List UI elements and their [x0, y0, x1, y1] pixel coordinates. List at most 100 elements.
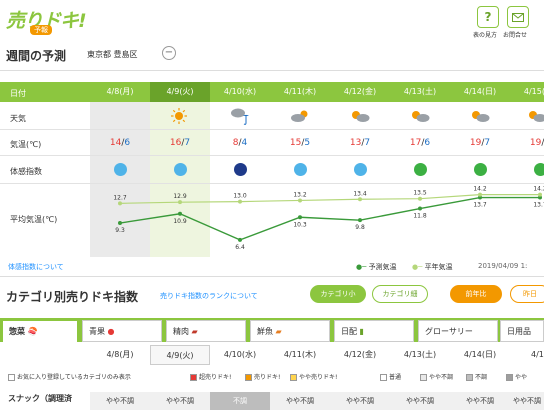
date-cell: 4/12(金)	[343, 87, 377, 96]
data-point	[238, 199, 242, 204]
date-cell: 4/14(日)	[463, 87, 497, 96]
help-label[interactable]: 表の見方	[473, 30, 497, 39]
category-small-button[interactable]: カテゴリ小	[310, 285, 366, 303]
temp-cell: 13/7	[349, 138, 371, 148]
temp-cell: 16/7	[169, 138, 191, 148]
data-point	[538, 192, 542, 197]
data-point	[118, 221, 122, 226]
contact-label[interactable]: お問合せ	[503, 30, 527, 39]
temp-cell: 19/7	[469, 138, 491, 148]
yoy-button[interactable]: 前年比	[450, 285, 502, 303]
category-detail-button[interactable]: カテゴリ細	[372, 285, 428, 303]
rank-cell: やや不調	[390, 392, 450, 410]
rank-cell: やや不調	[270, 392, 330, 410]
data-label: 13.4	[353, 190, 367, 197]
data-point	[118, 201, 122, 206]
date-cell: 4/15(月)	[523, 87, 544, 96]
tomato-icon: ●	[107, 327, 115, 336]
data-label: 13.7	[533, 202, 544, 209]
tab-nippai[interactable]: 日配 ▮	[334, 320, 414, 342]
feel-index-link[interactable]: 体感指数について	[8, 262, 64, 272]
legend-norm: ●─ 平年気温	[412, 263, 453, 271]
data-label: 14.2	[533, 186, 544, 193]
meat-icon: ▰	[191, 327, 198, 336]
yesterday-button[interactable]: 昨日	[510, 285, 544, 303]
row-label-temp: 気温(℃)	[10, 140, 42, 149]
legend-item: 売りドキ!	[245, 372, 280, 381]
rain-icon	[231, 108, 249, 125]
data-label: 13.5	[413, 190, 427, 197]
category-date: 4/15	[531, 350, 544, 359]
data-label: 14.2	[473, 186, 487, 193]
feel-face-icon	[354, 163, 367, 176]
rank-cell: やや不調	[90, 392, 150, 410]
rank-help-link[interactable]: 売りドキ指数のランクについて	[160, 291, 258, 301]
question-icon: ?	[484, 10, 492, 24]
data-point	[478, 192, 482, 197]
feel-face-icon	[474, 163, 487, 176]
date-cell: 4/13(土)	[403, 87, 437, 96]
date-cell: 4/10(水)	[223, 87, 257, 96]
tab-nichiyohin[interactable]: 日用品	[500, 320, 544, 342]
tab-seika[interactable]: 青果 ●	[82, 320, 162, 342]
category-date: 4/11(木)	[283, 350, 317, 359]
data-label: 10.3	[293, 221, 307, 228]
legend-item: 不調	[466, 372, 487, 381]
legend-item: やや不調	[420, 372, 453, 381]
data-label: 12.7	[113, 194, 127, 201]
category-date: 4/12(金)	[343, 350, 377, 359]
feel-face-icon	[114, 163, 127, 176]
location-label: 東京都 豊島区	[87, 50, 138, 59]
data-label: 12.9	[173, 193, 187, 200]
tab-sozai[interactable]: 惣菜 🍣	[2, 320, 78, 342]
data-label: 9.3	[115, 227, 125, 234]
tab-grocery[interactable]: グローサリー	[418, 320, 498, 342]
data-point	[358, 218, 362, 223]
help-button[interactable]: ?	[477, 6, 499, 28]
sun-cloud-icon	[472, 111, 490, 122]
divider	[0, 276, 544, 277]
row-divider	[0, 155, 544, 156]
temp-cell: 8/4	[232, 138, 248, 148]
cloud-sun-icon	[291, 110, 308, 122]
sun-cloud-icon	[352, 111, 370, 122]
feel-face-icon	[294, 163, 307, 176]
avg-temp-chart: 9.3 10.9 6.4 10.3 9.8 11.8 13.7 13.7 12.7 12.9 13.…	[113, 186, 544, 251]
legend-item: 超売りドキ!	[190, 372, 231, 381]
data-point	[418, 206, 422, 211]
contact-button[interactable]	[507, 6, 529, 28]
collapse-button[interactable]: −	[162, 46, 176, 60]
category-date: 4/14(日)	[463, 350, 497, 359]
category-date: 4/10(水)	[223, 350, 257, 359]
feel-face-icon	[234, 163, 247, 176]
legend-pred: ●─ 予測気温	[356, 263, 397, 271]
legend-item: やや売りドキ!	[290, 372, 337, 381]
temp-cell: 14/6	[109, 138, 131, 148]
legend-item: 普通	[380, 372, 401, 381]
data-point	[178, 211, 182, 216]
rank-cell: 不調	[210, 392, 270, 410]
dairy-icon: ▮	[359, 327, 364, 336]
page-title: 週間の予測	[6, 49, 67, 63]
tab-sengyo[interactable]: 鮮魚 ▰	[250, 320, 330, 342]
temp-cell: 17/6	[409, 138, 431, 148]
date-cell: 4/8(月)	[106, 87, 134, 96]
favorites-only-checkbox[interactable]: お気に入り登録しているカテゴリのみ表示	[8, 372, 131, 381]
fish-icon: ▰	[275, 327, 282, 336]
timestamp: 2019/04/09 1:	[478, 262, 528, 270]
data-label: 10.9	[173, 218, 187, 225]
row-label-feel: 体感指数	[10, 167, 42, 176]
category-row-label[interactable]: スナック（調理済	[8, 393, 72, 404]
data-label: 13.2	[293, 191, 307, 198]
temp-cell: 15/5	[289, 138, 311, 148]
data-label: 11.8	[413, 213, 427, 220]
row-divider	[0, 129, 544, 130]
sun-cloud-icon	[529, 111, 544, 122]
tab-seiniku[interactable]: 精肉 ▰	[166, 320, 246, 342]
food-icon: 🍣	[27, 327, 38, 336]
rank-cell: やや不調	[150, 392, 210, 410]
divider	[0, 70, 544, 71]
data-label: 9.8	[355, 224, 365, 231]
sun-cloud-icon	[412, 111, 430, 122]
date-cell: 4/11(木)	[283, 87, 317, 96]
